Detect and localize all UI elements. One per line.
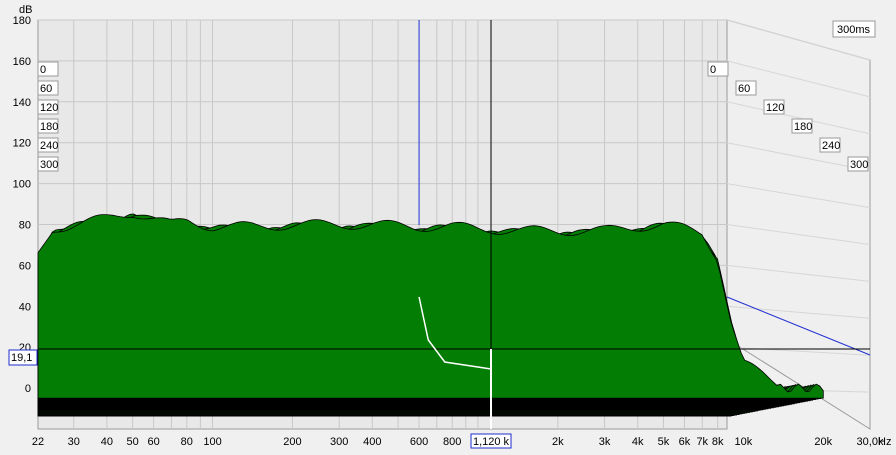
x-tick-label: 4k bbox=[632, 436, 644, 448]
waterfall-chart[interactable]: dB 180160140120100806040200 22 30 40 50 60 80… bbox=[0, 0, 896, 455]
waterfall-slices bbox=[37, 213, 824, 417]
time-label-right: 0 bbox=[710, 64, 716, 76]
y-tick-label: 80 bbox=[19, 220, 31, 232]
x-tick-label: 40 bbox=[101, 436, 113, 448]
time-label-left: 300 bbox=[40, 159, 58, 171]
y-tick-label: 0 bbox=[25, 383, 31, 395]
x-tick-label: 600 bbox=[410, 436, 428, 448]
x-tick-label: 8k bbox=[712, 436, 724, 448]
y-tick-label: 160 bbox=[13, 56, 31, 68]
x-tick-label: 22 bbox=[32, 436, 44, 448]
x-tick-label: 2k bbox=[552, 436, 564, 448]
waterfall-chart-window: dB 180 160 140 120 100 80 60 40 20 0 22 30 40 50 60 80… bbox=[0, 0, 896, 455]
y-axis: dB 180160140120100806040200 bbox=[13, 4, 33, 395]
y-tick-label: 180 bbox=[13, 15, 31, 27]
cursor-readout[interactable]: 19,1 bbox=[8, 349, 38, 366]
x-tick-label: 10k bbox=[734, 436, 752, 448]
y-tick-label: 40 bbox=[19, 301, 31, 313]
x-tick-label: 7k bbox=[696, 436, 708, 448]
time-label-left: 120 bbox=[40, 102, 58, 114]
x-tick-label: 800 bbox=[443, 436, 461, 448]
time-label-left: 0 bbox=[40, 64, 46, 76]
time-range-label: 300ms bbox=[837, 24, 871, 36]
time-label-left: 60 bbox=[40, 83, 52, 95]
time-label-left: 240 bbox=[40, 140, 58, 152]
cursor-level-label: 19,1 bbox=[11, 352, 32, 364]
y-tick-label: 60 bbox=[19, 260, 31, 272]
y-tick-label: 120 bbox=[13, 138, 31, 150]
x-tick-label: 6k bbox=[679, 436, 691, 448]
time-label-right: 120 bbox=[766, 102, 784, 114]
waterfall-slice bbox=[37, 214, 824, 399]
x-tick-label: 3k bbox=[599, 436, 611, 448]
time-range-box[interactable]: 300ms bbox=[832, 20, 876, 38]
x-tick-label: 5k bbox=[658, 436, 670, 448]
x-tick-label: 200 bbox=[283, 436, 301, 448]
x-tick-label: 100 bbox=[203, 436, 221, 448]
time-label-right: 60 bbox=[738, 83, 750, 95]
time-label-left: 180 bbox=[40, 121, 58, 133]
x-tick-label: 20k bbox=[814, 436, 832, 448]
x-tick-label: 50 bbox=[127, 436, 139, 448]
x-tick-label: 400 bbox=[363, 436, 381, 448]
y-tick-label: 140 bbox=[13, 97, 31, 109]
y-tick-label: 100 bbox=[13, 179, 31, 191]
x-tick-label: 30 bbox=[68, 436, 80, 448]
time-label-right: 180 bbox=[794, 121, 812, 133]
x-axis-unit: Hz bbox=[878, 436, 891, 448]
x-tick-label: 60 bbox=[148, 436, 160, 448]
x-tick-label: 80 bbox=[181, 436, 193, 448]
x-tick-label: 1,120 k bbox=[473, 436, 510, 448]
x-tick-label: 300 bbox=[330, 436, 348, 448]
time-label-right: 240 bbox=[822, 140, 840, 152]
time-label-right: 300 bbox=[850, 159, 868, 171]
x-axis: 22 30 40 50 60 80 100 200 300 400 600 800 1,120 k 2k 3… bbox=[32, 433, 891, 449]
